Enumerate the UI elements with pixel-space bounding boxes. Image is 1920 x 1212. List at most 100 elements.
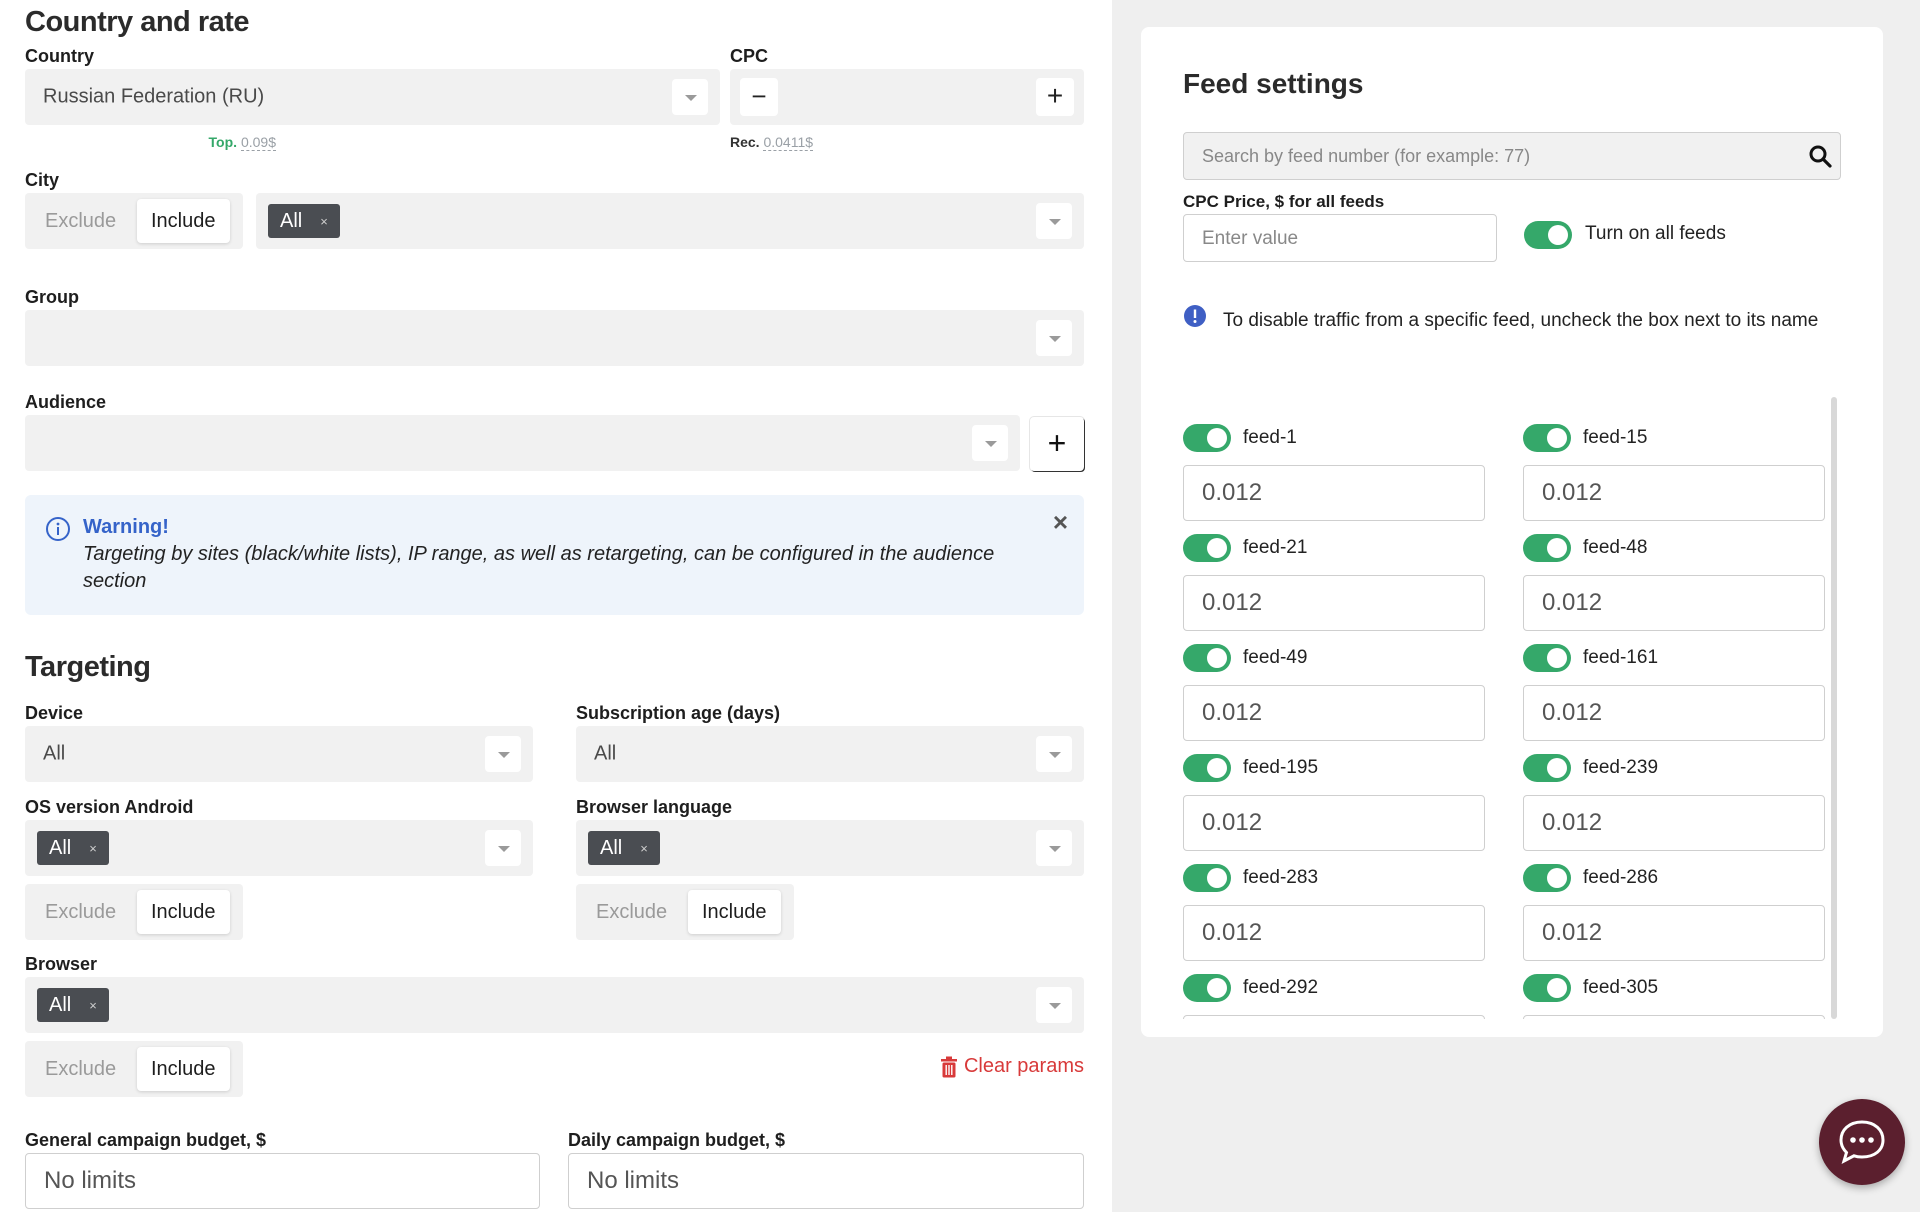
browser-label: Browser xyxy=(25,954,98,974)
feed-search-input[interactable]: Search by feed number (for example: 77) xyxy=(1183,132,1841,180)
feed-cpc-value: 0.012 xyxy=(1542,479,1603,506)
feed-cpc-input[interactable]: 0.012 xyxy=(1523,795,1825,851)
country-select[interactable]: Russian Federation (RU) xyxy=(25,69,720,125)
browser-include-option[interactable]: Include xyxy=(137,1047,230,1091)
daily-budget-input[interactable]: No limits xyxy=(568,1153,1084,1209)
search-icon[interactable] xyxy=(1808,144,1832,168)
city-chip: All × xyxy=(268,204,340,238)
turn-on-all-feeds-label: Turn on all feeds xyxy=(1585,223,1726,244)
chevron-down-icon[interactable] xyxy=(1036,203,1072,239)
remove-icon[interactable]: × xyxy=(640,841,648,856)
feed-cpc-input[interactable]: 0.012 xyxy=(1183,795,1485,851)
feed-cpc-input[interactable]: 0.012 xyxy=(1523,465,1825,521)
cpc-decrease-button[interactable]: − xyxy=(740,78,778,116)
browser-include-exclude-toggle: Exclude Include xyxy=(25,1041,243,1097)
city-exclude-option[interactable]: Exclude xyxy=(31,199,130,243)
browser-language-chip: All × xyxy=(588,831,660,865)
feed-cpc-input[interactable]: 0.012 xyxy=(1183,905,1485,961)
os-include-option[interactable]: Include xyxy=(137,890,230,934)
daily-budget-label: Daily campaign budget, $ xyxy=(568,1130,786,1150)
city-include-option[interactable]: Include xyxy=(137,199,230,243)
feed-name: feed-21 xyxy=(1243,537,1308,558)
os-chip-label: All xyxy=(49,836,72,859)
cpc-all-feeds-input[interactable]: Enter value xyxy=(1183,214,1497,262)
remove-icon[interactable]: × xyxy=(89,841,97,856)
remove-icon[interactable]: × xyxy=(320,214,328,229)
browser-select[interactable]: All × xyxy=(25,977,1084,1033)
top-value[interactable]: 0.09$ xyxy=(240,134,276,151)
feeds-scrollbar[interactable] xyxy=(1831,397,1837,1019)
browser-chip: All × xyxy=(37,988,109,1022)
chevron-down-icon[interactable] xyxy=(1036,987,1072,1023)
feed-cpc-input[interactable]: 0.012 xyxy=(1183,575,1485,631)
browser-chip-label: All xyxy=(49,993,72,1016)
feed-toggle[interactable] xyxy=(1523,754,1571,782)
feed-cpc-input[interactable]: 0.012 xyxy=(1523,905,1825,961)
city-select[interactable]: All × xyxy=(256,193,1084,249)
feed-cpc-input[interactable] xyxy=(1183,1015,1485,1019)
feed-cpc-input[interactable]: 0.012 xyxy=(1523,575,1825,631)
cpc-increase-button[interactable]: + xyxy=(1036,78,1074,116)
feed-toggle[interactable] xyxy=(1523,534,1571,562)
clear-params-label: Clear params xyxy=(963,1055,1084,1077)
feed-settings-title: Feed settings xyxy=(1183,68,1364,99)
chevron-down-icon[interactable] xyxy=(1036,320,1072,356)
remove-icon[interactable]: × xyxy=(89,998,97,1013)
clear-params-button[interactable]: Clear params xyxy=(940,1055,1084,1078)
feed-toggle[interactable] xyxy=(1183,754,1231,782)
rec-value[interactable]: 0.0411$ xyxy=(763,134,814,151)
chevron-down-icon[interactable] xyxy=(485,830,521,866)
city-chip-label: All xyxy=(280,209,303,232)
feed-cpc-input[interactable] xyxy=(1523,1015,1825,1019)
city-include-exclude-toggle: Exclude Include xyxy=(25,193,243,249)
chevron-down-icon[interactable] xyxy=(972,425,1008,461)
general-budget-input[interactable]: No limits xyxy=(25,1153,540,1209)
country-label: Country xyxy=(25,46,94,66)
warning-banner: Warning! Targeting by sites (black/white… xyxy=(25,495,1084,615)
feed-cpc-input[interactable]: 0.012 xyxy=(1523,685,1825,741)
browser-language-select[interactable]: All × xyxy=(576,820,1084,876)
subscription-age-label: Subscription age (days) xyxy=(576,703,781,723)
device-select[interactable]: All xyxy=(25,726,533,782)
feed-toggle[interactable] xyxy=(1183,644,1231,672)
turn-on-all-feeds-toggle[interactable] xyxy=(1524,221,1572,249)
audience-select[interactable] xyxy=(25,415,1020,471)
feeds-list[interactable]: feed-1 0.012 feed-15 0.012 feed-21 0.012 feed-… xyxy=(1183,397,1831,1019)
campaign-form: Country and rate Country Russian Federat… xyxy=(0,0,1112,1212)
os-chip: All × xyxy=(37,831,109,865)
browser-language-exclude-option[interactable]: Exclude xyxy=(582,890,681,934)
close-icon[interactable]: × xyxy=(1053,507,1068,538)
feed-toggle[interactable] xyxy=(1183,974,1231,1002)
feed-cpc-value: 0.012 xyxy=(1202,479,1263,506)
os-version-select[interactable]: All × xyxy=(25,820,533,876)
device-label: Device xyxy=(25,703,84,723)
chevron-down-icon[interactable] xyxy=(1036,736,1072,772)
os-exclude-option[interactable]: Exclude xyxy=(31,890,130,934)
feed-toggle[interactable] xyxy=(1183,424,1231,452)
browser-exclude-option[interactable]: Exclude xyxy=(31,1047,130,1091)
subscription-age-select[interactable]: All xyxy=(576,726,1084,782)
feed-toggle[interactable] xyxy=(1183,534,1231,562)
feed-name: feed-1 xyxy=(1243,427,1297,448)
add-audience-button[interactable]: + xyxy=(1030,417,1084,471)
chevron-down-icon[interactable] xyxy=(1036,830,1072,866)
browser-language-include-exclude-toggle: Exclude Include xyxy=(576,884,794,940)
feed-toggle[interactable] xyxy=(1183,864,1231,892)
browser-language-include-option[interactable]: Include xyxy=(688,890,781,934)
feed-cpc-input[interactable]: 0.012 xyxy=(1183,465,1485,521)
chevron-down-icon[interactable] xyxy=(485,736,521,772)
feed-toggle[interactable] xyxy=(1523,424,1571,452)
feed-cpc-value: 0.012 xyxy=(1202,589,1263,616)
feed-toggle[interactable] xyxy=(1523,864,1571,892)
chevron-down-icon[interactable] xyxy=(672,79,708,115)
rec-label: Rec. xyxy=(730,134,760,150)
feed-cpc-input[interactable]: 0.012 xyxy=(1183,685,1485,741)
info-circle-icon xyxy=(45,516,71,542)
group-label: Group xyxy=(25,287,79,307)
feed-toggle[interactable] xyxy=(1523,974,1571,1002)
feed-toggle[interactable] xyxy=(1523,644,1571,672)
cpc-all-feeds-placeholder: Enter value xyxy=(1202,228,1299,249)
feed-cpc-value: 0.012 xyxy=(1202,919,1263,946)
chat-button[interactable] xyxy=(1819,1099,1905,1185)
group-select[interactable] xyxy=(25,310,1084,366)
